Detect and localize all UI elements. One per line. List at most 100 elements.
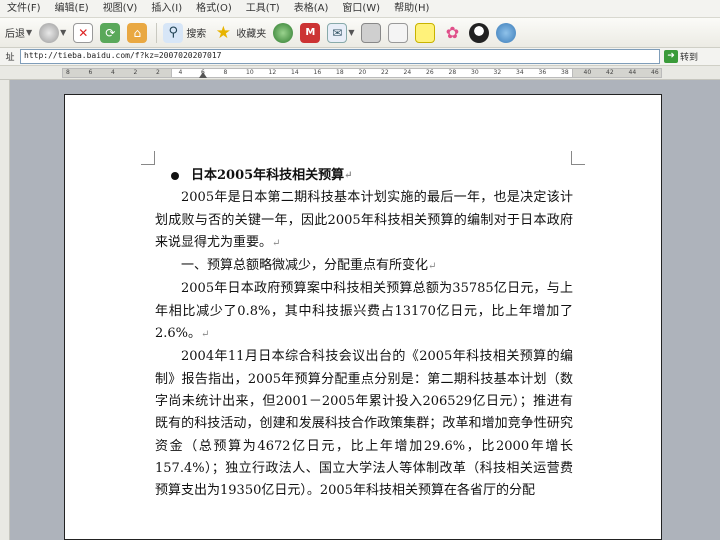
contacts-button[interactable]	[494, 21, 518, 45]
ruler-tick-label: 26	[426, 69, 434, 76]
ruler-tick-label: 44	[628, 69, 637, 76]
refresh-button[interactable]: ⟳	[98, 21, 122, 45]
section-heading: 一、预算总额略微减少，分配重点有所变化↵	[155, 255, 573, 278]
refresh-icon: ⟳	[100, 22, 121, 43]
menu-window[interactable]: 窗口(W)	[335, 1, 387, 17]
menu-bar: 文件(F) 编辑(E) 视图(V) 插入(I) 格式(O) 工具(T) 表格(A…	[0, 0, 720, 18]
menu-format[interactable]: 格式(O)	[189, 1, 239, 17]
favorites-button[interactable]: ★ 收藏夹	[211, 21, 268, 45]
note-icon	[415, 22, 436, 43]
messenger-button[interactable]: M	[298, 21, 322, 45]
chevron-down-icon[interactable]: ▼	[26, 28, 32, 37]
ruler-tick-label: 10	[246, 69, 254, 76]
menu-table[interactable]: 表格(A)	[287, 1, 336, 17]
ruler-tick-label: 40	[583, 69, 592, 76]
section-heading-text: 一、预算总额略微减少，分配重点有所变化	[181, 258, 429, 274]
horizontal-ruler[interactable]: 8 6 4 2 2 4 6 8 10 12 14 16 18 20 22 24 26 28 30 32 34 36 38 40…	[0, 66, 720, 80]
go-label: 转到	[680, 53, 699, 63]
edit-icon	[388, 22, 409, 43]
back-button[interactable]: 后退 ▼	[0, 21, 34, 45]
ruler-tick-label: 24	[403, 69, 412, 76]
ruler-tick-label: 20	[358, 69, 367, 76]
menu-help[interactable]: 帮助(H)	[387, 1, 436, 17]
document-body[interactable]: 日本2005年科技相关预算 ↵ 2005年是日本第二期科技基本计划实施的最后一年…	[155, 165, 573, 502]
history-icon	[273, 22, 294, 43]
flower-icon: ✿	[445, 22, 460, 42]
ruler-tick-label: 4	[111, 69, 115, 76]
ruler-tick-label: 30	[471, 69, 479, 76]
go-button[interactable]: ➜ 转到	[664, 50, 698, 63]
notes-button[interactable]	[413, 21, 437, 45]
ruler-tick-label: 2	[133, 69, 138, 76]
print-button[interactable]	[359, 21, 383, 45]
document-page[interactable]: 日本2005年科技相关预算 ↵ 2005年是日本第二期科技基本计划实施的最后一年…	[64, 94, 662, 540]
history-button[interactable]	[271, 21, 295, 45]
menu-file[interactable]: 文件(F)	[0, 1, 48, 17]
address-bar: 址 http://tieba.baidu.com/f?kz=2007020207…	[0, 48, 720, 66]
paragraph-budget: 2005年日本政府预算案中科技相关预算总额为35785亿日元，与上年相比减少了0…	[155, 278, 573, 346]
bullet-icon	[171, 172, 179, 181]
star-icon: ★	[215, 22, 231, 43]
margin-corner-top-left	[141, 151, 155, 165]
paragraph-mark-icon: ↵	[201, 329, 210, 341]
mail-button[interactable]: ✉ ▼	[325, 21, 356, 45]
go-arrow-icon: ➜	[664, 50, 678, 63]
ruler-tick-label: 14	[291, 69, 299, 76]
mail-icon: ✉	[327, 22, 348, 43]
paragraph-mark-icon: ↵	[344, 170, 353, 181]
ruler-tick-label: 6	[88, 69, 93, 76]
menu-tools[interactable]: 工具(T)	[239, 1, 287, 17]
menu-edit[interactable]: 编辑(E)	[48, 1, 96, 17]
vertical-ruler	[0, 80, 10, 540]
margin-corner-top-right	[571, 151, 585, 165]
stop-icon: ✕	[73, 22, 94, 43]
toolbar: 后退 ▼ ▼ ✕ ⟳ ⌂ ⚲ 搜索 ★ 收藏夹 M ✉ ▼ ✿	[0, 18, 720, 48]
search-label: 搜索	[186, 29, 207, 40]
ruler-tick-label: 16	[313, 69, 322, 76]
search-button[interactable]: ⚲ 搜索	[161, 21, 208, 45]
stop-button[interactable]: ✕	[71, 21, 95, 45]
ruler-tick-label: 28	[448, 69, 457, 76]
ruler-tick-label: 4	[178, 69, 183, 76]
paragraph-mark-icon: ↵	[272, 237, 281, 249]
address-input[interactable]: http://tieba.baidu.com/f?kz=200702020701…	[20, 49, 660, 64]
ruler-tick-label: 34	[516, 69, 524, 76]
indent-marker[interactable]	[199, 72, 207, 78]
menu-view[interactable]: 视图(V)	[96, 1, 145, 17]
back-label: 后退	[5, 29, 25, 40]
forward-arrow-icon	[39, 22, 60, 43]
edit-button[interactable]	[386, 21, 410, 45]
paragraph-intro-text: 2005年是日本第二期科技基本计划实施的最后一年，也是决定该计划成败与否的关键一…	[155, 190, 573, 250]
flower-button[interactable]: ✿	[440, 21, 464, 45]
ruler-tick-label: 8	[66, 69, 70, 76]
menu-insert[interactable]: 插入(I)	[144, 1, 189, 17]
printer-icon	[361, 22, 382, 43]
ruler-tick-label: 8	[223, 69, 228, 76]
qq-button[interactable]	[467, 21, 491, 45]
ruler-tick-label: 18	[336, 69, 344, 76]
home-button[interactable]: ⌂	[125, 21, 149, 45]
paragraph-mark-icon: ↵	[428, 261, 437, 273]
chevron-down-icon[interactable]: ▼	[348, 28, 354, 37]
paragraph-report: 2004年11月日本综合科技会议出台的《2005年科技相关预算的编制》报告指出，…	[155, 346, 573, 502]
ruler-tick-label: 12	[268, 69, 277, 76]
home-icon: ⌂	[127, 22, 148, 43]
paragraph-intro: 2005年是日本第二期科技基本计划实施的最后一年，也是决定该计划成败与否的关键一…	[155, 187, 573, 255]
ruler-tick-label: 32	[493, 69, 502, 76]
forward-button[interactable]: ▼	[37, 21, 68, 45]
contacts-icon	[496, 22, 517, 43]
search-icon: ⚲	[163, 22, 184, 43]
ruler-tick-label: 22	[381, 69, 389, 76]
ruler-tick-label: 38	[561, 69, 569, 76]
ruler-tick-label: 46	[651, 69, 659, 76]
chevron-down-icon[interactable]: ▼	[60, 28, 66, 37]
messenger-icon: M	[300, 22, 321, 43]
address-label: 址	[5, 53, 15, 63]
paragraph-budget-text: 2005年日本政府预算案中科技相关预算总额为35785亿日元，与上年相比减少了0…	[155, 281, 573, 342]
document-title-text: 日本2005年科技相关预算	[191, 168, 345, 183]
ruler-tick-label: 2	[156, 69, 160, 76]
toolbar-separator	[156, 22, 158, 43]
ruler-tick-label: 36	[538, 69, 547, 76]
document-title: 日本2005年科技相关预算 ↵	[171, 165, 573, 187]
favorites-label: 收藏夹	[236, 29, 267, 40]
